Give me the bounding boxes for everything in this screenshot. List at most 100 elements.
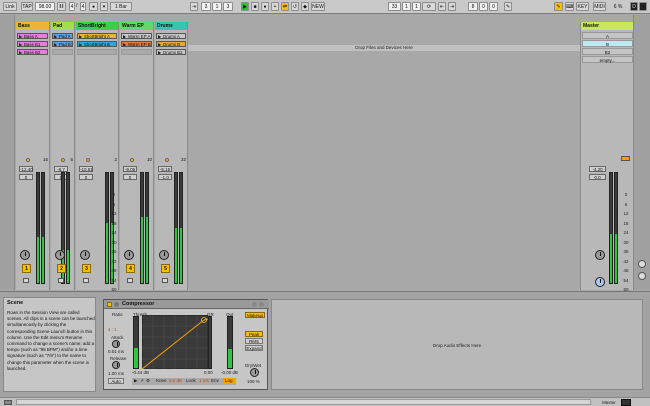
pos-sixteenth[interactable]: 3 [223,2,233,11]
clip-launch-icon[interactable] [158,35,161,38]
preview-volume-knob[interactable] [595,277,605,287]
dropdown-icon[interactable]: ▾ [100,2,108,11]
quantize-menu[interactable]: 1 Bar [110,2,132,11]
loop-switch-icon[interactable]: ⟳ [422,2,436,11]
clip-slot[interactable]: Pad A [52,33,73,39]
pan-knob[interactable] [20,250,30,260]
clip-launch-icon[interactable] [19,43,22,46]
empty-clip-slot[interactable] [52,49,73,55]
empty-clip-slot[interactable] [121,49,152,55]
device-title-bar[interactable]: Compressor [104,300,269,309]
track-header[interactable]: Drums [155,22,187,30]
volume-field[interactable]: -5.15 [158,166,172,172]
pan-field[interactable]: -1.0 [158,174,172,180]
monitor-icon[interactable] [165,158,169,162]
master-volume[interactable]: -4.20 [589,166,606,172]
loop-len-bar[interactable]: 8 [468,2,478,11]
knee-value[interactable]: 6.0 dB [169,378,182,383]
master-header[interactable]: Master [581,22,633,30]
clip-slot[interactable]: Pad B1 [52,41,73,47]
solo-button[interactable] [127,278,133,283]
tempo-field[interactable]: 98.00 [35,2,55,11]
tap-button[interactable]: TAP [21,2,33,11]
play-sidechain-icon[interactable]: ▶ [134,378,137,384]
monitor-icon[interactable] [26,158,30,162]
clip-slot[interactable]: Bass B1 [17,41,48,47]
monitor-icon[interactable] [61,158,65,162]
attack-knob[interactable] [112,340,120,348]
device-hotswap-icon[interactable] [259,302,264,307]
master-pan[interactable]: 0.0 [589,174,606,180]
clip-launch-icon[interactable] [54,43,57,46]
clip-launch-icon[interactable] [158,51,161,54]
clip-slot[interactable]: Drums A [156,33,186,39]
info-toggle-icon[interactable] [4,400,12,405]
sends-toggle-icon[interactable] [638,272,646,280]
loop-start-sixteenth[interactable]: 1 [412,2,421,11]
track-header[interactable]: Bass [16,22,49,30]
clip-launch-icon[interactable] [79,35,82,38]
makeup-button[interactable]: Makeup [245,312,265,318]
volume-field[interactable]: -10.61 [79,166,93,172]
link-button[interactable]: Link [3,2,17,11]
follow-icon[interactable]: ⇥ [190,2,198,11]
loop-len-beat[interactable]: 0 [479,2,488,11]
pencil-icon[interactable]: ✎ [554,2,563,11]
clip-slot[interactable]: ShortBright B [77,41,117,47]
play-icon[interactable]: ▶ [241,2,249,11]
track-activator[interactable]: 3 [82,264,91,273]
clip-launch-icon[interactable] [54,35,57,38]
time-sig-num[interactable]: 4 [69,2,75,11]
new-button[interactable]: NEW [311,2,325,11]
drywet-knob[interactable] [250,368,259,377]
expand-icon[interactable]: ↗ [140,378,144,384]
loop-start-beat[interactable]: 1 [402,2,411,11]
pan-knob[interactable] [124,250,134,260]
release-value[interactable]: 1.00 ms [108,371,124,376]
pan-knob[interactable] [55,250,65,260]
monitor-icon[interactable] [130,158,134,162]
scene-launch-2[interactable]: B [582,40,633,47]
pan-knob[interactable] [80,250,90,260]
device-save-icon[interactable] [252,302,257,307]
drop-files-area[interactable]: Drop Files and Devices Here [188,45,580,51]
draw-mode-icon[interactable]: ✎ [504,2,512,11]
loop-len-sixteenth[interactable]: 0 [489,2,498,11]
thresh-value[interactable]: -0.44 dB [132,370,149,375]
pan-field[interactable]: 0 [79,174,93,180]
monitor-icon[interactable] [86,158,90,162]
track-header[interactable]: Warm EP [120,22,153,30]
clip-launch-icon[interactable] [123,43,126,46]
drop-audio-effects-area[interactable]: Drop Audio Effects Here [271,299,643,390]
env-value[interactable]: Log [223,378,235,383]
clip-launch-icon[interactable] [158,43,161,46]
detail-toggle-icon[interactable] [621,399,631,406]
pos-beat[interactable]: 1 [212,2,222,11]
volume-field[interactable]: -12.40 [19,166,33,172]
clip-slot[interactable]: Drums B2 [156,49,186,55]
pos-bar[interactable]: 3 [201,2,211,11]
solo-button[interactable] [58,278,64,283]
io-toggle-icon[interactable] [638,260,646,268]
track-activator[interactable]: 5 [161,264,170,273]
metronome-icon[interactable]: ● [89,2,98,11]
scene-launch-1[interactable]: A [582,32,633,39]
clip-slot[interactable]: Warm EP B [121,41,152,47]
rms-button[interactable]: RMS [245,338,263,344]
automation-arm-icon[interactable]: ⇄ [281,2,289,11]
ratio-value[interactable]: 4 : 1 [108,327,117,332]
time-sig-den[interactable]: 4 [80,2,86,11]
midi-map-button[interactable]: MIDI [593,2,606,11]
clip-launch-icon[interactable] [123,35,126,38]
drywet-value[interactable]: 100 % [247,379,260,384]
device-fold-icon[interactable] [114,302,119,307]
clip-launch-icon[interactable] [19,35,22,38]
solo-button[interactable] [23,278,29,283]
volume-field[interactable]: -9.05 [123,166,137,172]
clip-slot[interactable]: Drums B [156,41,186,47]
clip-slot[interactable]: Warm EP A [121,33,152,39]
record-icon[interactable]: ● [261,2,269,11]
capture-icon[interactable]: ◆ [301,2,309,11]
clip-launch-icon[interactable] [19,51,22,54]
wrench-icon[interactable]: ⚙ [146,378,150,384]
